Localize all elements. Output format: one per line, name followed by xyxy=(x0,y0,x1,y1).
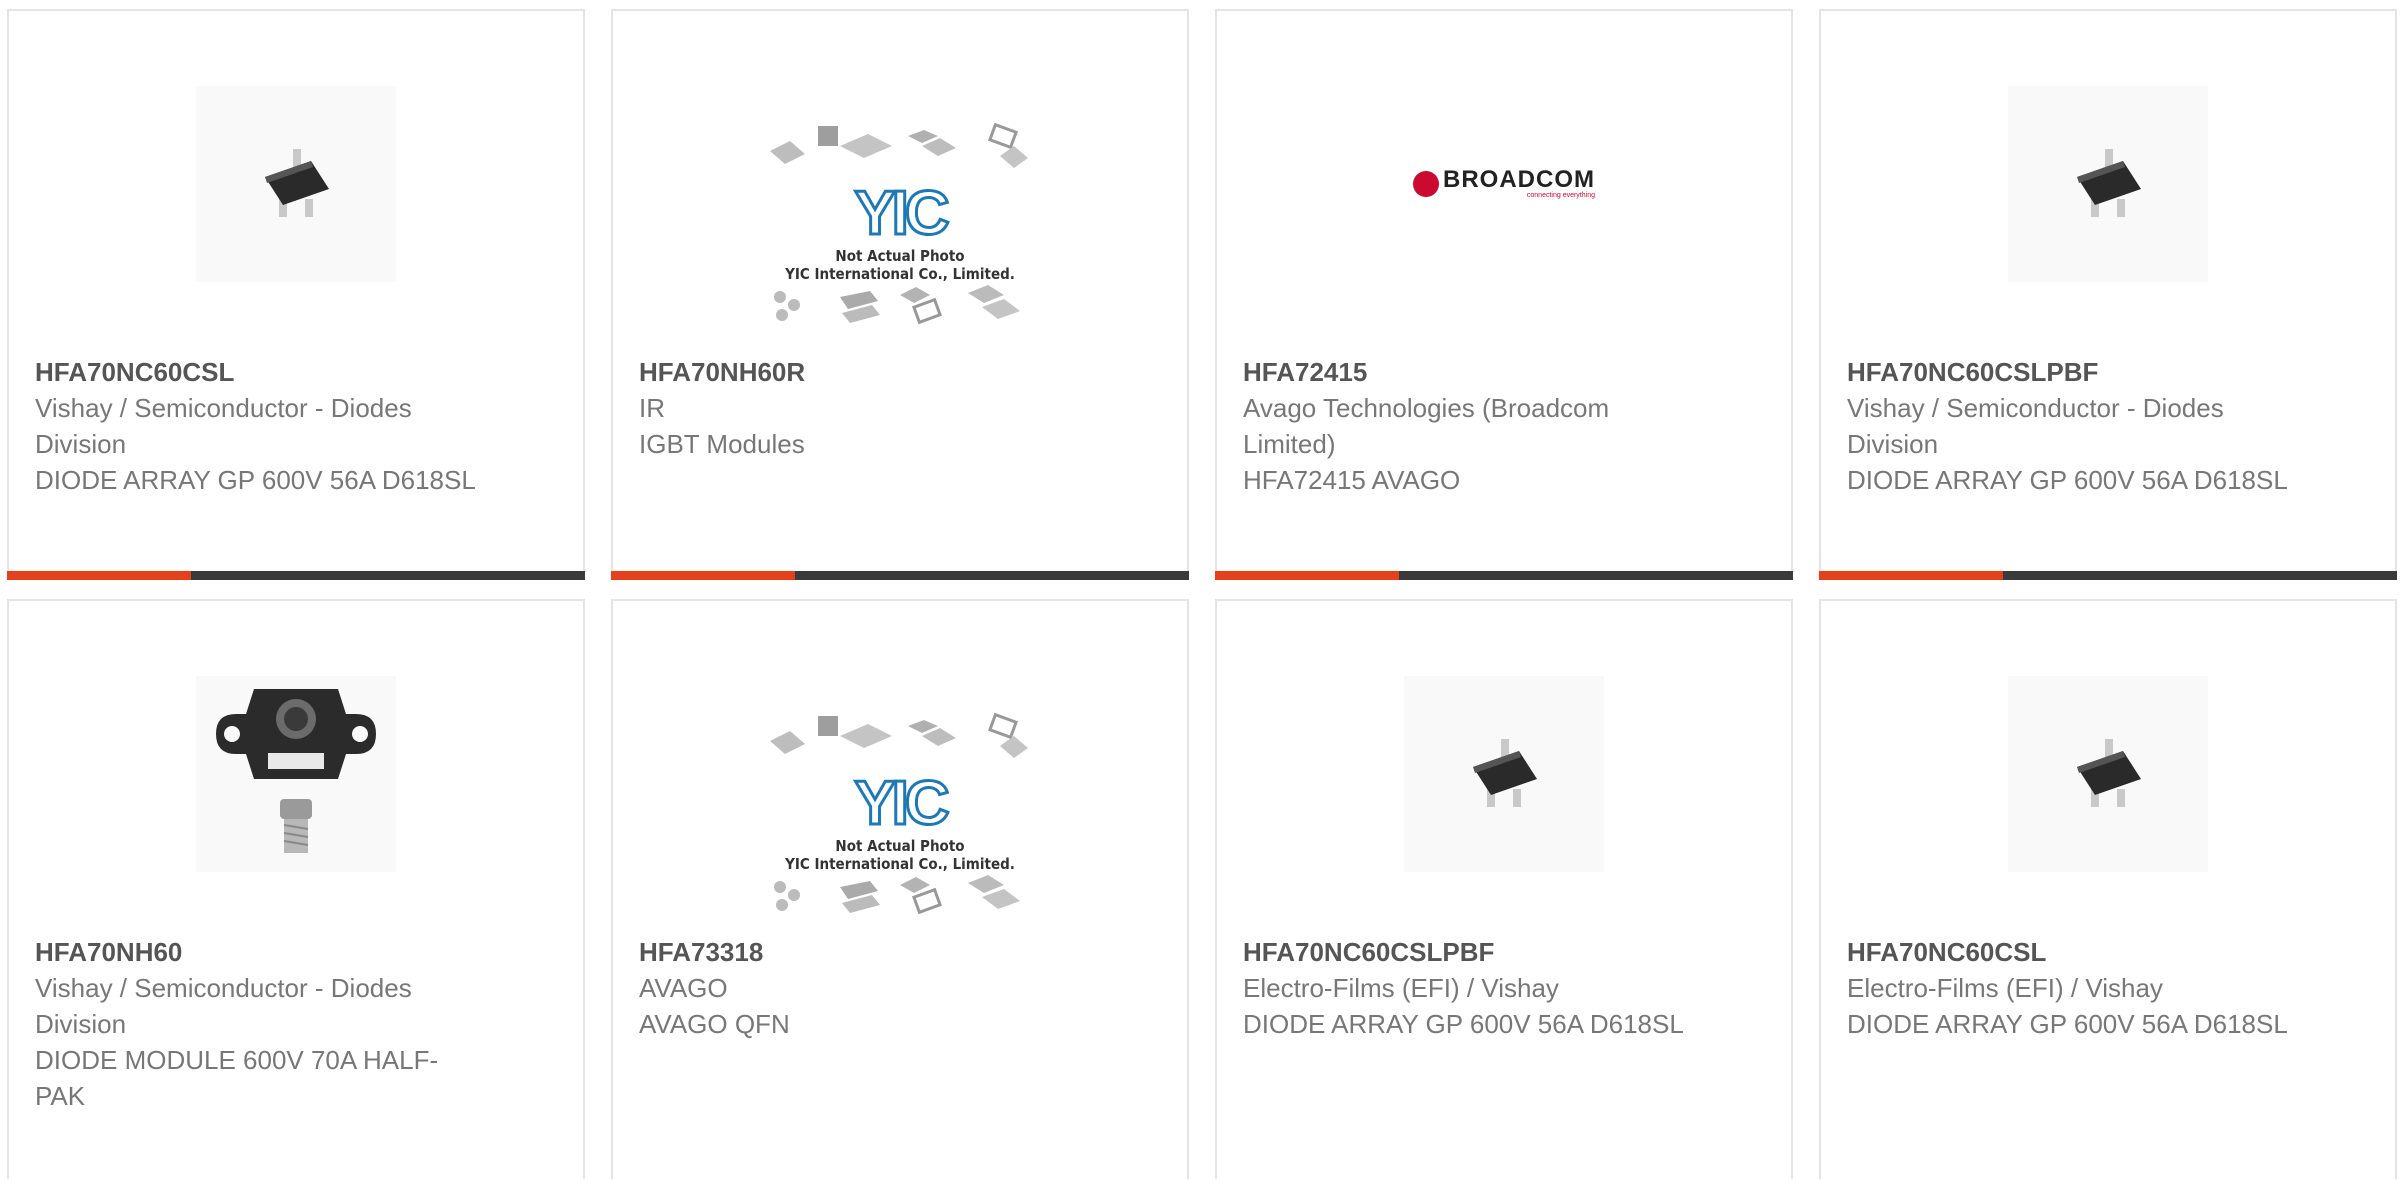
diode-sot-icon xyxy=(2077,149,2141,217)
broadcom-logo: BROADCOM connecting everything xyxy=(1413,168,1595,200)
chip-packages-icon xyxy=(774,285,1020,325)
manufacturer: Vishay / Semiconductor - Diodes Division xyxy=(35,393,412,459)
product-image[interactable]: YIC Not Actual Photo YIC International C… xyxy=(755,99,1045,349)
product-image[interactable] xyxy=(2008,86,2208,282)
product-card[interactable]: HFA70NH60 Vishay / Semiconductor - Diode… xyxy=(7,599,585,1179)
product-image[interactable] xyxy=(2008,676,2208,872)
chip-packages-icon xyxy=(770,712,1028,758)
product-image[interactable] xyxy=(1404,676,1604,872)
manufacturer: Vishay / Semiconductor - Diodes Division xyxy=(1847,393,2224,459)
not-actual-photo-placeholder: YIC Not Actual Photo YIC International C… xyxy=(760,706,1040,922)
manufacturer: IR xyxy=(639,393,665,423)
description: DIODE MODULE 600V 70A HALF-PAK xyxy=(35,1045,439,1111)
product-image[interactable]: YIC Not Actual Photo YIC International C… xyxy=(755,689,1045,939)
part-number[interactable]: HFA72415 xyxy=(1243,354,1691,390)
not-actual-photo-placeholder: YIC Not Actual Photo YIC International C… xyxy=(760,116,1040,332)
description: DIODE ARRAY GP 600V 56A D618SL xyxy=(35,465,476,495)
description: HFA72415 AVAGO xyxy=(1243,465,1461,495)
placeholder-caption-2: YIC International Co., Limited. xyxy=(785,265,1015,283)
card-accent-bar xyxy=(7,571,191,580)
manufacturer: Electro-Films (EFI) / Vishay xyxy=(1243,973,1559,1003)
product-card[interactable]: YIC Not Actual Photo YIC International C… xyxy=(611,9,1189,580)
product-card[interactable]: BROADCOM connecting everything HFA72415 … xyxy=(1215,9,1793,580)
yic-logo: YIC xyxy=(853,769,951,838)
card-bottom-bar xyxy=(1215,571,1793,580)
card-bottom-bar xyxy=(611,571,1189,580)
manufacturer: AVAGO xyxy=(639,973,728,1003)
product-card[interactable]: YIC Not Actual Photo YIC International C… xyxy=(611,599,1189,1179)
card-accent-bar xyxy=(1819,571,2003,580)
placeholder-caption-2: YIC International Co., Limited. xyxy=(785,855,1015,873)
yic-logo: YIC xyxy=(853,179,951,248)
manufacturer: Avago Technologies (Broadcom Limited) xyxy=(1243,393,1610,459)
card-accent-bar xyxy=(611,571,795,580)
product-card[interactable]: HFA70NC60CSLPBF Vishay / Semiconductor -… xyxy=(1819,9,2397,580)
description: AVAGO QFN xyxy=(639,1009,790,1039)
broadcom-mark-icon xyxy=(1413,171,1439,197)
part-number[interactable]: HFA70NH60 xyxy=(35,934,483,970)
placeholder-caption-1: Not Actual Photo xyxy=(835,837,965,855)
product-card[interactable]: HFA70NC60CSL Vishay / Semiconductor - Di… xyxy=(7,9,585,580)
chip-packages-icon xyxy=(774,875,1020,915)
description: DIODE ARRAY GP 600V 56A D618SL xyxy=(1847,465,2288,495)
chip-packages-icon xyxy=(770,122,1028,168)
card-accent-bar xyxy=(1215,571,1399,580)
part-number[interactable]: HFA70NH60R xyxy=(639,354,1087,390)
part-number[interactable]: HFA70NC60CSL xyxy=(1847,934,2295,970)
product-card[interactable]: HFA70NC60CSL Electro-Films (EFI) / Visha… xyxy=(1819,599,2397,1179)
part-number[interactable]: HFA73318 xyxy=(639,934,1087,970)
placeholder-caption-1: Not Actual Photo xyxy=(835,247,965,265)
product-image[interactable] xyxy=(196,86,396,282)
part-number[interactable]: HFA70NC60CSLPBF xyxy=(1847,354,2295,390)
diode-sot-icon xyxy=(1473,739,1537,807)
manufacturer: Electro-Films (EFI) / Vishay xyxy=(1847,973,2163,1003)
half-pak-module-icon xyxy=(216,689,376,853)
part-number[interactable]: HFA70NC60CSLPBF xyxy=(1243,934,1691,970)
diode-sot-icon xyxy=(2077,739,2141,807)
card-bottom-bar xyxy=(7,571,585,580)
description: DIODE ARRAY GP 600V 56A D618SL xyxy=(1243,1009,1684,1039)
card-bottom-bar xyxy=(1819,571,2397,580)
diode-sot-icon xyxy=(265,149,329,217)
product-card[interactable]: HFA70NC60CSLPBF Electro-Films (EFI) / Vi… xyxy=(1215,599,1793,1179)
description: DIODE ARRAY GP 600V 56A D618SL xyxy=(1847,1009,2288,1039)
manufacturer: Vishay / Semiconductor - Diodes Division xyxy=(35,973,412,1039)
part-number[interactable]: HFA70NC60CSL xyxy=(35,354,483,390)
product-image[interactable] xyxy=(196,676,396,872)
product-image[interactable]: BROADCOM connecting everything xyxy=(1404,86,1604,282)
description: IGBT Modules xyxy=(639,429,805,459)
